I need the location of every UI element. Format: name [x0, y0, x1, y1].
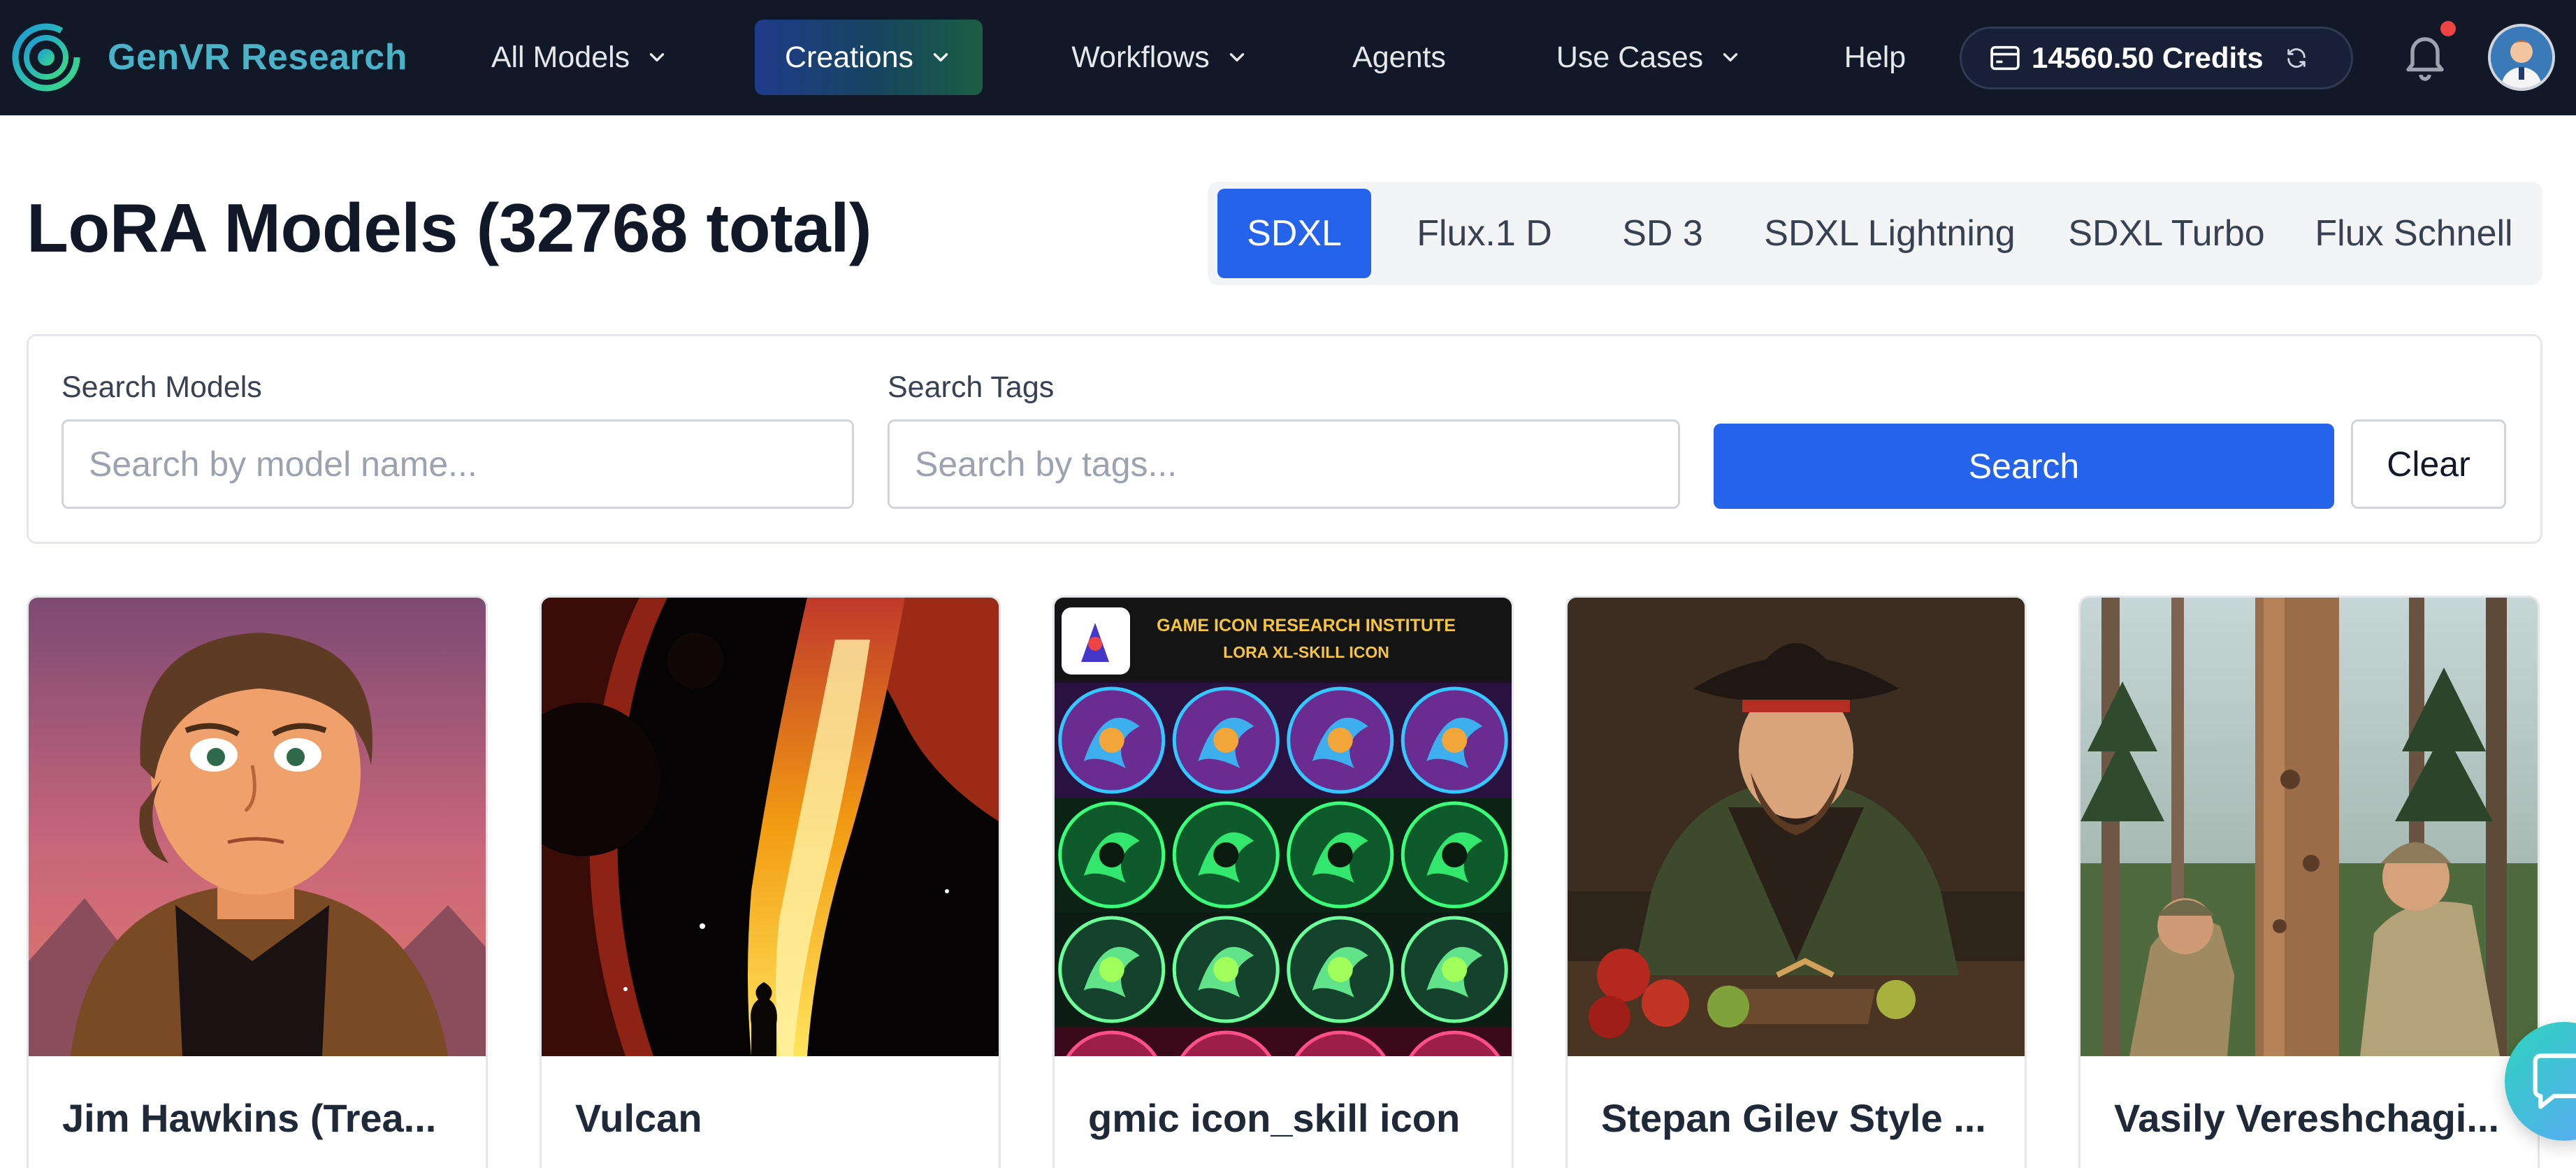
image-header-line2: LORA XL-SKILL ICON: [1223, 643, 1389, 661]
chevron-down-icon: [933, 53, 948, 62]
nav-use-cases[interactable]: Use Cases: [1537, 20, 1761, 95]
refresh-icon[interactable]: [2285, 46, 2308, 70]
nav-workflows[interactable]: Workflows: [1048, 20, 1272, 95]
credit-card-icon: [1990, 45, 2020, 71]
chat-icon: [2533, 1053, 2576, 1109]
nav-use-cases-label: Use Cases: [1556, 40, 1704, 74]
search-tags-input[interactable]: [888, 419, 1680, 509]
chevron-down-icon: [1723, 53, 1738, 62]
avatar-image: [2491, 27, 2552, 88]
tab-label: Flux.1 D: [1417, 213, 1552, 254]
nav-agents[interactable]: Agents: [1336, 20, 1462, 95]
model-card[interactable]: Jim Hawkins (Trea...: [27, 596, 488, 1168]
clear-button[interactable]: Clear: [2351, 419, 2506, 509]
page-title: LoRA Models (32768 total): [27, 189, 872, 266]
model-card[interactable]: GAME ICON RESEARCH INSTITUTE LORA XL-SKI…: [1052, 596, 1514, 1168]
tab-label: SD 3: [1622, 213, 1703, 254]
tab-sdxl-turbo[interactable]: SDXL Turbo: [2048, 189, 2285, 278]
avatar[interactable]: [2488, 24, 2555, 91]
search-button[interactable]: Search: [1714, 424, 2334, 509]
tab-label: SDXL Turbo: [2068, 213, 2265, 254]
brand-name: GenVR Research: [108, 37, 407, 78]
credits-amount: 14560.50 Credits: [2032, 41, 2264, 74]
tab-flux1-d[interactable]: Flux.1 D: [1392, 189, 1577, 278]
model-card[interactable]: Stepan Gilev Style ...: [1565, 596, 2027, 1168]
nav-workflows-label: Workflows: [1071, 40, 1210, 74]
nav-help[interactable]: Help: [1830, 20, 1920, 95]
tab-sdxl[interactable]: SDXL: [1217, 189, 1371, 278]
nav-agents-label: Agents: [1352, 40, 1446, 74]
nav-creations-label: Creations: [784, 40, 914, 74]
notification-dot: [2440, 21, 2456, 36]
model-title: gmic icon_skill icon: [1088, 1096, 1461, 1140]
model-card[interactable]: Vasily Vereshchagi...: [2078, 596, 2540, 1168]
model-title: Vulcan: [575, 1096, 702, 1140]
tab-label: Flux Schnell: [2315, 213, 2513, 254]
tab-sd3[interactable]: SD 3: [1589, 189, 1736, 278]
brand[interactable]: GenVR Research: [11, 22, 407, 92]
tab-label: SDXL Lightning: [1764, 213, 2016, 254]
model-thumbnail: [2081, 598, 2538, 1056]
search-models-label: Search Models: [61, 370, 262, 404]
model-title: Vasily Vereshchagi...: [2114, 1096, 2500, 1140]
nav-help-label: Help: [1844, 40, 1906, 74]
top-navbar: GenVR Research All Models Creations Work…: [0, 0, 2576, 115]
tab-sdxl-lightning[interactable]: SDXL Lightning: [1743, 189, 2036, 278]
nav-all-models[interactable]: All Models: [475, 20, 685, 95]
tab-label: SDXL: [1247, 213, 1342, 254]
nav-creations[interactable]: Creations: [755, 20, 983, 95]
search-tags-label: Search Tags: [888, 370, 1055, 404]
model-thumbnail: [1568, 598, 2025, 1056]
bell-icon[interactable]: [2400, 28, 2450, 84]
model-thumbnail: [542, 598, 999, 1056]
chevron-down-icon: [1229, 53, 1244, 62]
model-thumbnail: GAME ICON RESEARCH INSTITUTE LORA XL-SKI…: [1055, 598, 1512, 1056]
search-models-input[interactable]: [61, 419, 854, 509]
nav-all-models-label: All Models: [491, 40, 630, 74]
model-card[interactable]: Vulcan: [540, 596, 1001, 1168]
model-base-tabs: SDXL Flux.1 D SD 3 SDXL Lightning SDXL T…: [1208, 182, 2542, 285]
model-title: Jim Hawkins (Trea...: [62, 1096, 437, 1140]
image-header-line1: GAME ICON RESEARCH INSTITUTE: [1157, 616, 1456, 635]
credits-badge[interactable]: 14560.50 Credits: [1960, 27, 2353, 89]
model-title: Stepan Gilev Style ...: [1601, 1096, 1986, 1140]
genvr-logo-icon: [12, 23, 80, 92]
chevron-down-icon: [649, 53, 665, 62]
tab-flux-schnell[interactable]: Flux Schnell: [2295, 189, 2533, 278]
model-thumbnail: [29, 598, 486, 1056]
